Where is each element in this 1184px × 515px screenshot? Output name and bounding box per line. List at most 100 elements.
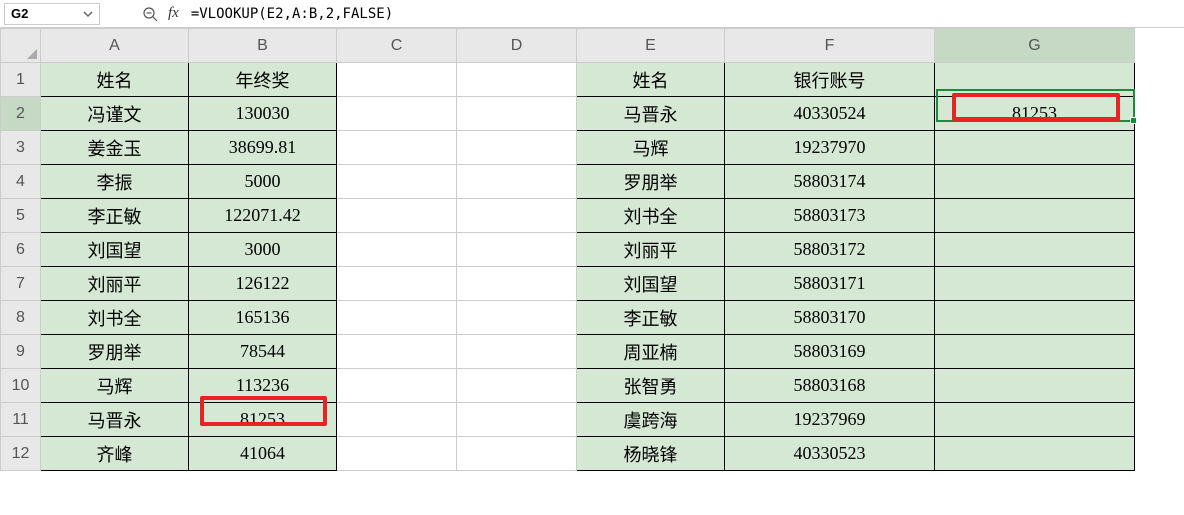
cell-a12[interactable]: 齐峰 <box>41 437 189 471</box>
cell-e5[interactable]: 刘书全 <box>577 199 725 233</box>
cell-a7[interactable]: 刘丽平 <box>41 267 189 301</box>
cell-g12[interactable] <box>935 437 1135 471</box>
cell-f6[interactable]: 58803172 <box>725 233 935 267</box>
row-header-3[interactable]: 3 <box>1 131 41 165</box>
cell-e7[interactable]: 刘国望 <box>577 267 725 301</box>
formula-input[interactable] <box>191 6 1180 22</box>
cell-a3[interactable]: 姜金玉 <box>41 131 189 165</box>
sheet-area[interactable]: ABCDEFG1姓名年终奖姓名银行账号2冯谨文130030马晋永40330524… <box>0 28 1184 471</box>
cell-e6[interactable]: 刘丽平 <box>577 233 725 267</box>
cell-c2[interactable] <box>337 97 457 131</box>
cell-g8[interactable] <box>935 301 1135 335</box>
cell-g6[interactable] <box>935 233 1135 267</box>
cell-a1[interactable]: 姓名 <box>41 63 189 97</box>
cell-a11[interactable]: 马晋永 <box>41 403 189 437</box>
select-all-corner[interactable] <box>1 29 41 63</box>
row-header-9[interactable]: 9 <box>1 335 41 369</box>
cell-b11[interactable]: 81253 <box>189 403 337 437</box>
cell-d11[interactable] <box>457 403 577 437</box>
cell-b3[interactable]: 38699.81 <box>189 131 337 165</box>
cell-f1[interactable]: 银行账号 <box>725 63 935 97</box>
cell-a10[interactable]: 马辉 <box>41 369 189 403</box>
cell-b9[interactable]: 78544 <box>189 335 337 369</box>
cell-e9[interactable]: 周亚楠 <box>577 335 725 369</box>
cell-c4[interactable] <box>337 165 457 199</box>
cell-d6[interactable] <box>457 233 577 267</box>
cell-f3[interactable]: 19237970 <box>725 131 935 165</box>
fx-label[interactable]: fx <box>168 5 179 22</box>
cell-a6[interactable]: 刘国望 <box>41 233 189 267</box>
cell-f5[interactable]: 58803173 <box>725 199 935 233</box>
name-box[interactable]: G2 <box>4 3 100 25</box>
cell-g5[interactable] <box>935 199 1135 233</box>
cell-e11[interactable]: 虞跨海 <box>577 403 725 437</box>
cell-a5[interactable]: 李正敏 <box>41 199 189 233</box>
cell-b12[interactable]: 41064 <box>189 437 337 471</box>
row-header-6[interactable]: 6 <box>1 233 41 267</box>
cell-g1[interactable] <box>935 63 1135 97</box>
cell-e12[interactable]: 杨晓锋 <box>577 437 725 471</box>
cell-d7[interactable] <box>457 267 577 301</box>
cell-c3[interactable] <box>337 131 457 165</box>
cell-b6[interactable]: 3000 <box>189 233 337 267</box>
cell-d5[interactable] <box>457 199 577 233</box>
cell-d3[interactable] <box>457 131 577 165</box>
cell-c11[interactable] <box>337 403 457 437</box>
cell-b5[interactable]: 122071.42 <box>189 199 337 233</box>
cell-b4[interactable]: 5000 <box>189 165 337 199</box>
cell-f4[interactable]: 58803174 <box>725 165 935 199</box>
cell-g2[interactable]: 81253 <box>935 97 1135 131</box>
row-header-11[interactable]: 11 <box>1 403 41 437</box>
cell-f10[interactable]: 58803168 <box>725 369 935 403</box>
cell-e1[interactable]: 姓名 <box>577 63 725 97</box>
cell-e3[interactable]: 马辉 <box>577 131 725 165</box>
cell-c10[interactable] <box>337 369 457 403</box>
row-header-12[interactable]: 12 <box>1 437 41 471</box>
col-header-d[interactable]: D <box>457 29 577 63</box>
cell-g7[interactable] <box>935 267 1135 301</box>
cell-e4[interactable]: 罗朋举 <box>577 165 725 199</box>
cell-c8[interactable] <box>337 301 457 335</box>
cell-b10[interactable]: 113236 <box>189 369 337 403</box>
cell-d10[interactable] <box>457 369 577 403</box>
col-header-a[interactable]: A <box>41 29 189 63</box>
cell-b2[interactable]: 130030 <box>189 97 337 131</box>
cell-b8[interactable]: 165136 <box>189 301 337 335</box>
cell-f2[interactable]: 40330524 <box>725 97 935 131</box>
col-header-c[interactable]: C <box>337 29 457 63</box>
cell-f7[interactable]: 58803171 <box>725 267 935 301</box>
cell-c9[interactable] <box>337 335 457 369</box>
cell-d1[interactable] <box>457 63 577 97</box>
row-header-5[interactable]: 5 <box>1 199 41 233</box>
row-header-4[interactable]: 4 <box>1 165 41 199</box>
cell-a8[interactable]: 刘书全 <box>41 301 189 335</box>
row-header-2[interactable]: 2 <box>1 97 41 131</box>
row-header-7[interactable]: 7 <box>1 267 41 301</box>
cell-g9[interactable] <box>935 335 1135 369</box>
col-header-g[interactable]: G <box>935 29 1135 63</box>
cell-d8[interactable] <box>457 301 577 335</box>
cell-e10[interactable]: 张智勇 <box>577 369 725 403</box>
cell-a4[interactable]: 李振 <box>41 165 189 199</box>
cell-g10[interactable] <box>935 369 1135 403</box>
cell-d4[interactable] <box>457 165 577 199</box>
cell-g4[interactable] <box>935 165 1135 199</box>
cell-c6[interactable] <box>337 233 457 267</box>
cell-g3[interactable] <box>935 131 1135 165</box>
cell-c7[interactable] <box>337 267 457 301</box>
cell-d12[interactable] <box>457 437 577 471</box>
cell-e2[interactable]: 马晋永 <box>577 97 725 131</box>
cell-c1[interactable] <box>337 63 457 97</box>
row-header-10[interactable]: 10 <box>1 369 41 403</box>
cell-e8[interactable]: 李正敏 <box>577 301 725 335</box>
row-header-1[interactable]: 1 <box>1 63 41 97</box>
cell-g11[interactable] <box>935 403 1135 437</box>
zoom-out-icon[interactable] <box>140 4 160 24</box>
cell-f11[interactable]: 19237969 <box>725 403 935 437</box>
cell-f12[interactable]: 40330523 <box>725 437 935 471</box>
cell-c5[interactable] <box>337 199 457 233</box>
cell-d2[interactable] <box>457 97 577 131</box>
col-header-b[interactable]: B <box>189 29 337 63</box>
cell-d9[interactable] <box>457 335 577 369</box>
cell-f9[interactable]: 58803169 <box>725 335 935 369</box>
